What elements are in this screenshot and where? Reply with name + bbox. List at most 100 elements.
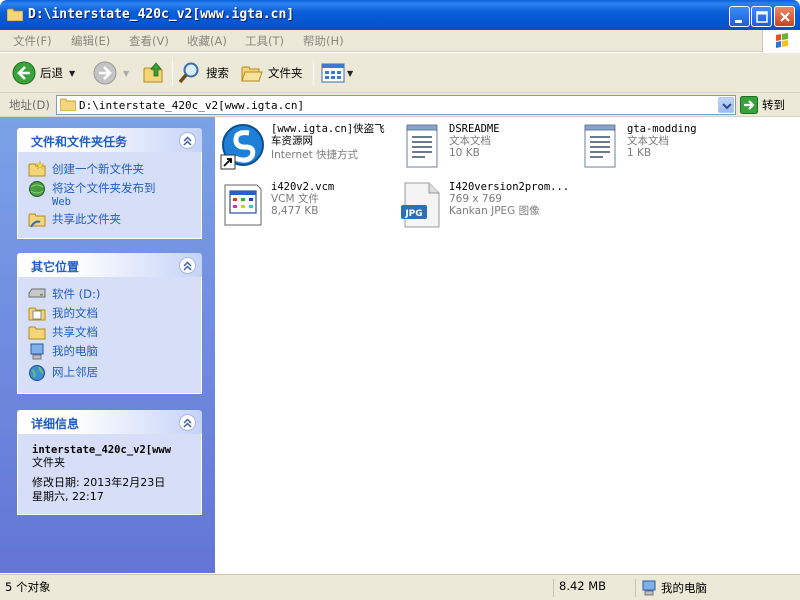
file-item[interactable]: i420v2.vcm VCM 文件 8,477 KB — [219, 181, 389, 231]
maximize-icon — [756, 11, 768, 23]
vcm-file-icon — [224, 184, 262, 226]
file-name-line-2: 车资源网 — [271, 135, 313, 147]
file-size: 8,477 KB — [271, 205, 319, 217]
status-object-count: 5 个对象 — [5, 580, 51, 594]
task-publish-web-label: 将这个文件夹发布到 — [52, 181, 156, 195]
tasks-panel-header[interactable]: 文件和文件夹任务 — [17, 128, 202, 152]
place-my-computer-label: 我的电脑 — [52, 344, 98, 358]
details-name: interstate_420c_v2[www — [32, 444, 172, 456]
file-item[interactable]: JPG I420version2prom... 769 x 769 Kankan… — [397, 181, 582, 231]
collapse-button[interactable] — [179, 257, 196, 274]
file-list-view[interactable]: [www.igta.cn]侠盗飞 车资源网 Internet 快捷方式 DSRE… — [215, 117, 800, 573]
address-bar: 地址(D) D:\interstate_420c_v2[www.igta.cn]… — [0, 93, 800, 117]
folders-button[interactable]: 文件夹 — [240, 59, 303, 87]
go-label: 转到 — [762, 98, 785, 112]
views-button[interactable]: ▼ — [321, 59, 353, 87]
collapse-button[interactable] — [179, 414, 196, 431]
menu-bar: 文件(F) 编辑(E) 查看(V) 收藏(A) 工具(T) 帮助(H) — [0, 30, 800, 52]
windows-flag-icon — [776, 33, 788, 48]
file-item[interactable]: DSREADME 文本文档 10 KB — [397, 123, 567, 173]
search-button[interactable]: 搜索 — [178, 59, 229, 87]
file-size: 10 KB — [449, 147, 480, 159]
shared-documents-icon — [28, 326, 46, 340]
status-bar: 5 个对象 8.42 MB 我的电脑 — [0, 574, 800, 600]
back-arrow-icon — [12, 61, 36, 85]
my-computer-icon — [30, 343, 44, 360]
folders-label: 文件夹 — [268, 66, 303, 80]
back-button[interactable]: 后退 ▼ — [12, 59, 75, 87]
place-network[interactable]: 网上邻居 — [28, 364, 201, 382]
toolbar: 后退 ▼ ▼ 搜索 文件夹 ▼ — [0, 53, 800, 93]
chevron-up-double-icon — [183, 418, 192, 428]
details-modified-time: 星期六, 22:17 — [32, 490, 104, 503]
back-dropdown-icon[interactable]: ▼ — [69, 69, 75, 78]
close-button[interactable] — [774, 6, 795, 27]
place-network-label: 网上邻居 — [52, 365, 98, 379]
file-type: Internet 快捷方式 — [271, 149, 359, 161]
tasks-panel: 文件和文件夹任务 创建一个新文件夹 将这个文件夹发布到 Web 共享此文件夹 — [17, 128, 202, 239]
place-my-documents[interactable]: 我的文档 — [28, 305, 201, 321]
views-dropdown-icon[interactable]: ▼ — [347, 69, 353, 78]
file-type: Kankan JPEG 图像 — [449, 205, 540, 217]
address-dropdown-button[interactable] — [718, 97, 734, 113]
details-panel-header[interactable]: 详细信息 — [17, 410, 202, 434]
network-places-icon — [29, 365, 45, 381]
maximize-button[interactable] — [751, 6, 772, 27]
share-folder-icon — [28, 213, 46, 227]
details-panel-title: 详细信息 — [31, 417, 80, 431]
address-label: 地址(D) — [9, 98, 50, 112]
forward-button[interactable]: ▼ — [93, 59, 129, 87]
drive-icon — [28, 288, 46, 298]
details-type: 文件夹 — [32, 456, 65, 469]
menu-edit[interactable]: 编辑(E) — [71, 33, 110, 49]
address-value: D:\interstate_420c_v2[www.igta.cn] — [79, 99, 305, 112]
collapse-button[interactable] — [179, 132, 196, 149]
place-my-computer[interactable]: 我的电脑 — [28, 343, 201, 361]
window-title: D:\interstate_420c_v2[www.igta.cn] — [28, 7, 295, 22]
places-panel-header[interactable]: 其它位置 — [17, 253, 202, 277]
file-item[interactable]: [www.igta.cn]侠盗飞 车资源网 Internet 快捷方式 — [219, 123, 394, 173]
task-publish-web[interactable]: 将这个文件夹发布到 Web — [28, 180, 201, 208]
svg-text:JPG: JPG — [404, 209, 422, 219]
file-item[interactable]: gta-modding 文本文档 1 KB — [575, 123, 745, 173]
task-new-folder[interactable]: 创建一个新文件夹 — [28, 161, 201, 177]
globe-publish-icon — [29, 181, 45, 197]
task-share-folder[interactable]: 共享此文件夹 — [28, 211, 201, 227]
file-type: 文本文档 — [449, 135, 491, 147]
details-modified-date: 修改日期: 2013年2月23日 — [32, 476, 166, 489]
task-share-folder-label: 共享此文件夹 — [52, 212, 121, 226]
details-panel-body: interstate_420c_v2[www 文件夹 修改日期: 2013年2月… — [17, 434, 202, 515]
folders-icon — [241, 66, 263, 82]
menu-view[interactable]: 查看(V) — [129, 33, 169, 49]
forward-dropdown-icon[interactable]: ▼ — [123, 69, 129, 78]
file-size: 1 KB — [627, 147, 652, 159]
place-my-documents-label: 我的文档 — [52, 306, 98, 320]
place-shared-documents[interactable]: 共享文档 — [28, 324, 201, 340]
chevron-up-double-icon — [183, 136, 192, 146]
minimize-icon — [735, 20, 742, 23]
menu-help[interactable]: 帮助(H) — [303, 33, 344, 49]
address-input[interactable]: D:\interstate_420c_v2[www.igta.cn] — [56, 95, 736, 115]
up-button[interactable] — [142, 59, 166, 87]
menu-file[interactable]: 文件(F) — [13, 33, 52, 49]
menu-favorites[interactable]: 收藏(A) — [187, 33, 227, 49]
text-document-icon — [584, 124, 616, 168]
file-name: DSREADME — [449, 123, 500, 135]
place-drive-d[interactable]: 软件 (D:) — [28, 286, 201, 302]
status-location-label: 我的电脑 — [661, 581, 707, 595]
chevron-down-icon — [722, 103, 732, 110]
menu-tools[interactable]: 工具(T) — [245, 33, 284, 49]
task-publish-web-label-2: Web — [52, 196, 71, 208]
places-panel: 其它位置 软件 (D:) 我的文档 共享文档 我的电脑 网上邻居 — [17, 253, 202, 394]
file-type: VCM 文件 — [271, 193, 319, 205]
close-icon — [780, 12, 790, 22]
minimize-button[interactable] — [729, 6, 750, 27]
forward-arrow-icon — [93, 61, 117, 85]
go-button[interactable]: 转到 — [740, 96, 785, 114]
text-document-icon — [406, 124, 438, 168]
search-icon — [178, 62, 199, 84]
internet-shortcut-icon — [220, 124, 264, 170]
title-bar[interactable]: D:\interstate_420c_v2[www.igta.cn] — [0, 0, 800, 30]
task-pane: 文件和文件夹任务 创建一个新文件夹 将这个文件夹发布到 Web 共享此文件夹 其… — [0, 117, 215, 573]
folder-icon — [60, 98, 76, 111]
